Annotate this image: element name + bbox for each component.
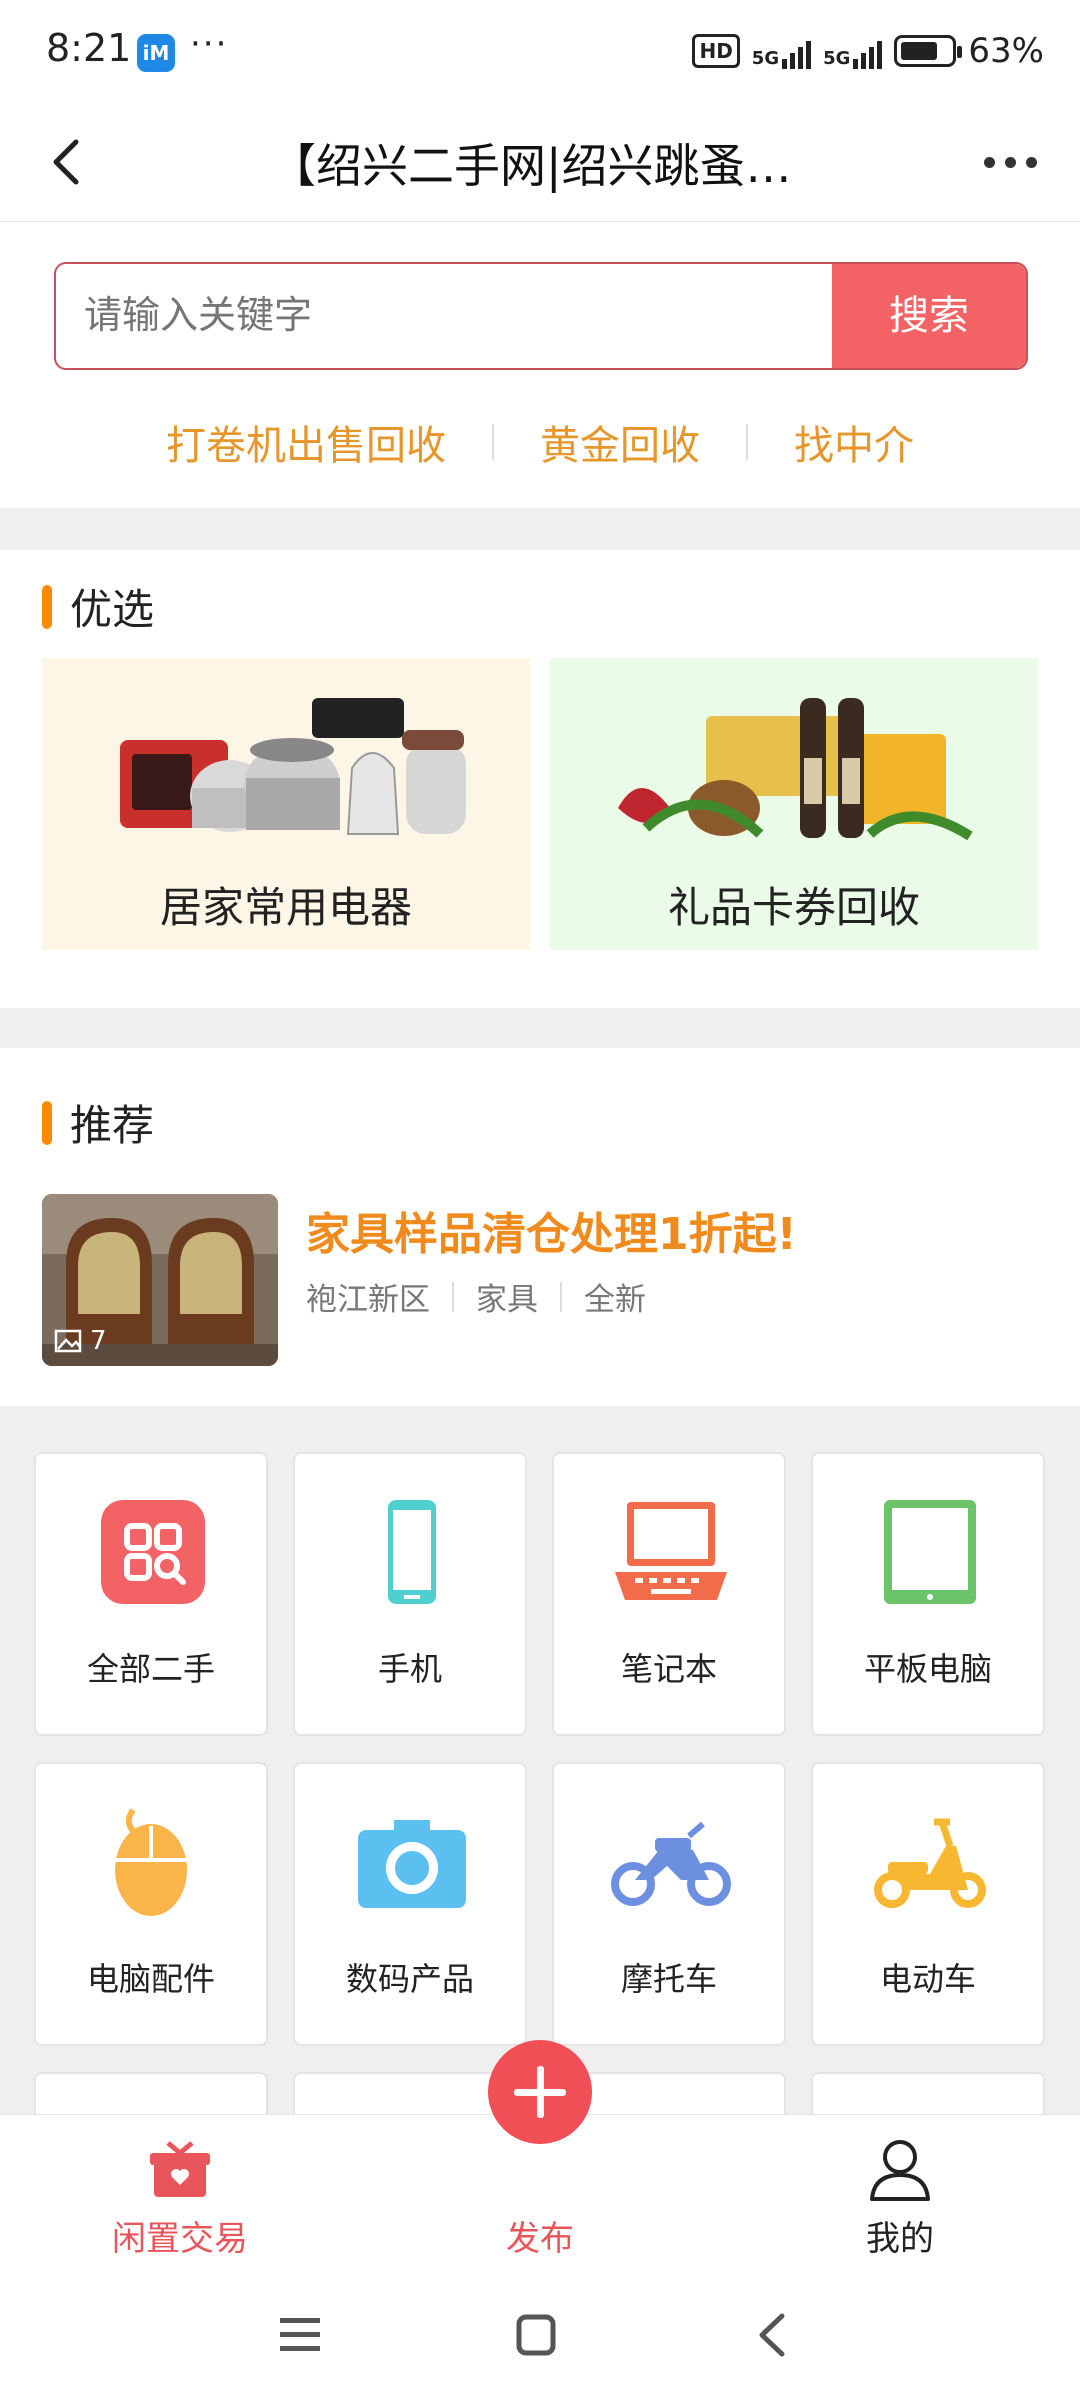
featured-card-gift-cards[interactable]: 礼品卡券回收	[550, 658, 1038, 950]
battery-percent: 63%	[968, 31, 1044, 71]
category-pc-accessories[interactable]: 电脑配件	[34, 1762, 268, 2046]
featured-card-appliances[interactable]: 居家常用电器	[42, 658, 530, 950]
category-phone[interactable]: 手机	[293, 1452, 527, 1736]
listing-category: 家具	[476, 1282, 538, 1318]
listing-location: 袍江新区	[306, 1282, 430, 1318]
category-label: 摩托车	[620, 1960, 717, 1998]
mouse-icon	[115, 1808, 187, 1916]
tab-mine[interactable]: 我的	[790, 2115, 1010, 2271]
search-button[interactable]: 搜索	[832, 264, 1026, 368]
battery-icon	[894, 35, 963, 67]
tab-label: 我的	[866, 2219, 934, 2259]
category-label: 手机	[377, 1650, 442, 1688]
section-title: 推荐	[70, 1101, 155, 1150]
hot-links: 打卷机出售回收 黄金回收 找中介	[0, 412, 1080, 472]
divider	[560, 1281, 562, 1312]
hot-link[interactable]: 打卷机出售回收	[166, 413, 446, 471]
hot-link[interactable]: 黄金回收	[540, 413, 700, 471]
scooter-icon	[874, 1818, 986, 1908]
status-time: 8:21	[46, 26, 132, 70]
tablet-icon	[884, 1500, 976, 1604]
status-indicators: HD 5G 5G 63%	[692, 26, 1044, 76]
publish-plus-button[interactable]	[488, 2040, 592, 2144]
signal-icon: 5G	[823, 33, 883, 69]
image-count-text: 7	[90, 1326, 107, 1356]
menu-icon[interactable]	[278, 2314, 322, 2354]
tab-label: 闲置交易	[112, 2219, 248, 2259]
listing-condition: 全新	[584, 1282, 646, 1318]
image-icon	[54, 1329, 82, 1353]
appliances-image	[120, 698, 466, 835]
listing-thumbnail[interactable]: 7	[42, 1194, 278, 1366]
featured-section: 优选 居家常用电器 礼品卡券回收	[0, 550, 1080, 1008]
gift-items-image	[618, 698, 973, 841]
category-all[interactable]: 全部二手	[34, 1452, 268, 1736]
category-label: 电动车	[879, 1960, 976, 1998]
more-dots-icon[interactable]	[984, 144, 1044, 180]
category-e-bike[interactable]: 电动车	[811, 1762, 1045, 2046]
section-title: 优选	[70, 585, 155, 634]
recommend-section: 推荐 7 家具样品清仓处理1折起! 袍江新区 家具 全新	[0, 1048, 1080, 1406]
divider	[452, 1281, 454, 1312]
hot-link[interactable]: 找中介	[794, 413, 914, 471]
section-header: 优选	[42, 576, 154, 637]
category-tablet[interactable]: 平板电脑	[811, 1452, 1045, 1736]
category-digital[interactable]: 数码产品	[293, 1762, 527, 2046]
divider	[492, 424, 494, 460]
category-label: 全部二手	[86, 1650, 215, 1688]
home-icon[interactable]	[516, 2314, 556, 2356]
category-label: 电脑配件	[86, 1960, 215, 1998]
listing-title[interactable]: 家具样品清仓处理1折起!	[306, 1198, 797, 1262]
category-laptop[interactable]: 笔记本	[552, 1452, 786, 1736]
system-navigation-bar	[0, 2270, 1080, 2400]
grid-search-icon	[101, 1500, 205, 1604]
category-label: 数码产品	[345, 1960, 474, 1998]
network-type: 5G	[823, 48, 851, 69]
card-label: 居家常用电器	[159, 883, 412, 932]
gift-box-icon	[150, 2141, 210, 2197]
more-notifications-icon: ···	[190, 24, 229, 64]
image-count: 7	[54, 1326, 107, 1356]
tab-label: 发布	[506, 2219, 574, 2259]
phone-icon	[388, 1500, 436, 1604]
section-header: 推荐	[42, 1092, 154, 1153]
top-nav-bar: 【绍兴二手网|绍兴跳蚤市…	[0, 104, 1080, 222]
status-bar: 8:21 iM ··· HD 5G 5G 63%	[0, 0, 1080, 104]
search-section: 搜索 打卷机出售回收 黄金回收 找中介	[0, 222, 1080, 508]
search-box: 搜索	[54, 262, 1028, 370]
search-input[interactable]	[56, 264, 832, 368]
page-title: 【绍兴二手网|绍兴跳蚤市…	[270, 139, 830, 193]
hd-voice-icon: HD	[692, 34, 740, 68]
card-label: 礼品卡券回收	[667, 883, 920, 932]
network-type: 5G	[751, 48, 780, 69]
signal-icon: 5G	[751, 33, 812, 69]
category-motorcycle[interactable]: 摩托车	[552, 1762, 786, 2046]
app-notification-icon: iM	[137, 34, 175, 72]
category-label: 平板电脑	[863, 1650, 992, 1688]
tab-idle-trade[interactable]: 闲置交易	[70, 2115, 290, 2271]
divider	[746, 424, 748, 460]
motorcycle-icon	[611, 1821, 731, 1906]
camera-icon	[358, 1820, 466, 1908]
section-accent-bar	[42, 1100, 52, 1145]
laptop-icon	[615, 1502, 727, 1600]
category-label: 笔记本	[620, 1650, 717, 1688]
listing-meta: 袍江新区 家具 全新	[306, 1274, 646, 1319]
back-icon[interactable]	[756, 2312, 788, 2358]
user-icon	[870, 2140, 930, 2201]
section-accent-bar	[42, 584, 52, 629]
back-arrow-icon[interactable]	[40, 132, 100, 192]
